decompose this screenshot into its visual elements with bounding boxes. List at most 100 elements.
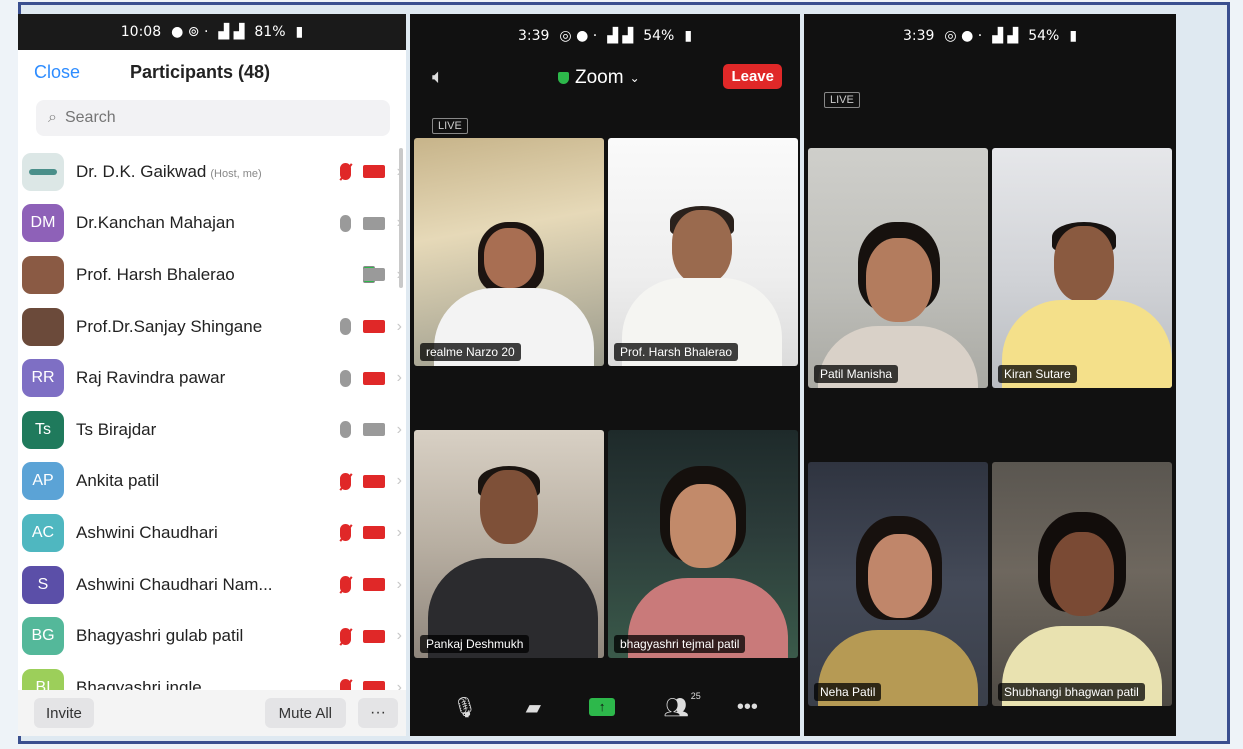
search-icon: ⌕: [48, 109, 57, 126]
participants-header: Close Participants (48): [18, 50, 406, 94]
participant-row[interactable]: AC Ashwini Chaudhari ›: [18, 507, 406, 559]
mute-all-button[interactable]: Mute All: [264, 698, 346, 728]
notification-icons: ◎ ● ·: [559, 28, 598, 44]
participant-row[interactable]: Prof. Harsh Bhalerao ›: [18, 249, 406, 301]
video-tile[interactable]: Patil Manisha: [808, 148, 988, 388]
participant-list[interactable]: Dr. D.K. Gaikwad (Host, me) › DM Dr.Kanchan …: [18, 146, 406, 702]
more-icon[interactable]: •••: [737, 696, 758, 719]
participant-row[interactable]: DM Dr.Kanchan Mahajan ›: [18, 198, 406, 250]
participant-name: Ts Birajdar: [76, 420, 156, 440]
avatar: DM: [22, 204, 64, 243]
chevron-right-icon[interactable]: ›: [397, 472, 402, 490]
participant-figure: [484, 228, 536, 288]
meeting-topbar: 🔈︎ Zoom ⌄ Leave: [410, 58, 800, 102]
participant-name-text: Prof. Harsh Bhalerao: [76, 264, 235, 284]
participant-figure: [480, 470, 538, 544]
video-off-icon[interactable]: [362, 320, 385, 334]
status-bar: 10:08 ● ⊚ · ▟ ▟ 81% ▮: [18, 14, 406, 50]
chevron-right-icon[interactable]: ›: [397, 163, 402, 181]
participant-figure: [670, 484, 736, 568]
more-options-button[interactable]: ···: [358, 698, 398, 728]
search-box[interactable]: ⌕: [36, 100, 390, 136]
avatar: AP: [22, 462, 64, 501]
participant-figure: [1054, 226, 1114, 302]
battery-level: 54%: [643, 28, 675, 44]
participant-name: Bhagyashri gulab patil: [76, 626, 243, 646]
participant-name-text: Raj Ravindra pawar: [76, 368, 226, 388]
invite-button[interactable]: Invite: [34, 698, 94, 728]
status-time: 3:39: [517, 28, 550, 44]
chevron-down-icon: ⌄: [629, 71, 640, 85]
mic-muted-icon[interactable]: [339, 472, 351, 490]
share-screen-icon[interactable]: ↑: [589, 698, 616, 716]
meeting-title[interactable]: Zoom ⌄: [558, 67, 640, 89]
participant-controls: ›: [339, 369, 402, 387]
chevron-right-icon[interactable]: ›: [397, 421, 402, 439]
chevron-right-icon[interactable]: ›: [397, 524, 402, 542]
battery-icon: ▮: [1069, 28, 1078, 44]
participant-controls: ›: [339, 472, 402, 490]
video-tile[interactable]: Kiran Sutare: [992, 148, 1172, 388]
mic-icon[interactable]: [339, 318, 351, 336]
video-off-icon[interactable]: [362, 165, 385, 179]
stop-video-icon[interactable]: ▰: [526, 695, 541, 720]
participant-controls: ›: [339, 421, 402, 439]
speaker-icon[interactable]: 🔈︎: [432, 66, 444, 89]
participant-row[interactable]: RR Raj Ravindra pawar ›: [18, 352, 406, 404]
participant-controls: ›: [339, 576, 402, 594]
chevron-right-icon[interactable]: ›: [397, 318, 402, 336]
video-tile[interactable]: Pankaj Deshmukh: [414, 430, 604, 658]
participant-row[interactable]: Dr. D.K. Gaikwad (Host, me) ›: [18, 146, 406, 198]
participant-figure: [868, 534, 932, 618]
video-off-icon[interactable]: [362, 371, 385, 385]
participant-row[interactable]: S Ashwini Chaudhari Nam... ›: [18, 559, 406, 611]
participant-name: Dr. D.K. Gaikwad (Host, me): [76, 162, 262, 182]
participants-title: Participants (48): [130, 62, 271, 82]
mic-icon[interactable]: [339, 421, 351, 439]
mic-icon[interactable]: [339, 214, 351, 232]
video-off-icon[interactable]: [362, 629, 385, 643]
participant-name-text: Prof.Dr.Sanjay Shingane: [76, 316, 263, 336]
logo-mark: [29, 168, 57, 175]
leave-button[interactable]: Leave: [723, 64, 782, 89]
close-button[interactable]: Close: [34, 62, 80, 83]
participant-figure: [672, 210, 732, 284]
chevron-right-icon[interactable]: ›: [397, 214, 402, 232]
video-tile[interactable]: realme Narzo 20: [414, 138, 604, 366]
participant-row[interactable]: AP Ankita patil ›: [18, 456, 406, 508]
video-off-icon[interactable]: [362, 578, 385, 592]
chevron-right-icon[interactable]: ›: [397, 576, 402, 594]
participant-name: Dr.Kanchan Mahajan: [76, 213, 235, 233]
mic-muted-icon[interactable]: [339, 576, 351, 594]
participant-name: Ashwini Chaudhari Nam...: [76, 575, 273, 595]
video-icon[interactable]: [362, 268, 385, 282]
participants-icon[interactable]: 👥︎ 25: [663, 691, 700, 720]
chevron-right-icon[interactable]: ›: [397, 627, 402, 645]
participant-row[interactable]: Prof.Dr.Sanjay Shingane ›: [18, 301, 406, 353]
video-icon[interactable]: [362, 423, 385, 437]
mute-mic-icon[interactable]: 🎙︎: [452, 695, 477, 720]
notification-icons: ● ⊚ ·: [171, 24, 209, 40]
mic-muted-icon[interactable]: [339, 524, 351, 542]
video-icon[interactable]: [362, 216, 385, 230]
video-tile[interactable]: Neha Patil: [808, 462, 988, 706]
tile-name-label: Prof. Harsh Bhalerao: [614, 343, 739, 361]
video-tile[interactable]: Shubhangi bhagwan patil: [992, 462, 1172, 706]
meeting-controls: 🎙︎ ▰ ↑ 👥︎ 25 •••: [410, 678, 800, 736]
video-tile[interactable]: bhagyashri tejmal patil: [608, 430, 798, 658]
video-off-icon[interactable]: [362, 474, 385, 488]
participant-name-text: Ts Birajdar: [76, 419, 157, 439]
avatar: BG: [22, 617, 64, 656]
mic-muted-icon[interactable]: [339, 163, 351, 181]
participant-row[interactable]: BG Bhagyashri gulab patil ›: [18, 610, 406, 662]
chevron-right-icon[interactable]: ›: [397, 266, 402, 284]
live-badge: LIVE: [824, 92, 860, 108]
participant-row[interactable]: Ts Ts Birajdar ›: [18, 404, 406, 456]
video-tile[interactable]: Prof. Harsh Bhalerao: [608, 138, 798, 366]
video-off-icon[interactable]: [362, 526, 385, 540]
mic-muted-icon[interactable]: [339, 627, 351, 645]
search-input[interactable]: [64, 109, 325, 127]
avatar: [22, 255, 64, 294]
chevron-right-icon[interactable]: ›: [397, 369, 402, 387]
mic-icon[interactable]: [339, 369, 351, 387]
